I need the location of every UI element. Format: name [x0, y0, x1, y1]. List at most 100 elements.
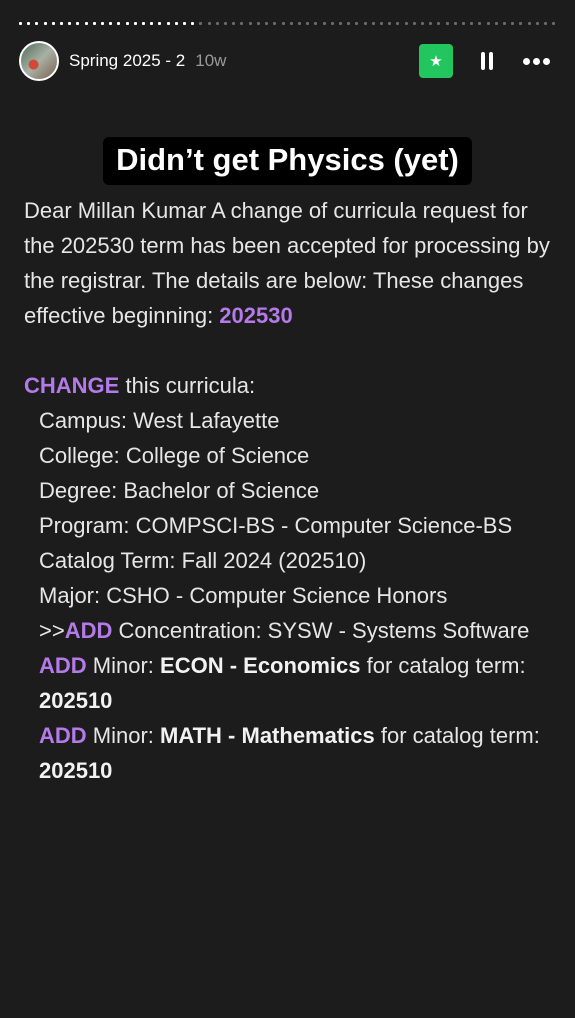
progress-segment — [355, 22, 359, 25]
progress-segment — [330, 22, 334, 25]
progress-segment — [207, 22, 211, 25]
minor-mid: for catalog term: — [374, 723, 540, 748]
progress-segment — [27, 22, 31, 25]
progress-segment — [224, 22, 228, 25]
more-icon-dot — [542, 57, 550, 65]
progress-segment — [502, 22, 506, 25]
progress-segment — [338, 22, 342, 25]
progress-segment — [535, 22, 539, 25]
change-line: CHANGE this curricula: — [24, 368, 555, 403]
progress-segment — [289, 22, 293, 25]
progress-segment — [306, 22, 310, 25]
story-header: Spring 2025 - 2 10w ★ — [19, 40, 556, 82]
progress-segment — [437, 22, 441, 25]
progress-segment — [297, 22, 301, 25]
pause-button[interactable] — [472, 44, 502, 78]
minor-label: Minor: — [86, 723, 161, 748]
progress-segment — [388, 22, 392, 25]
change-text: this curricula: — [119, 373, 256, 398]
progress-segment — [486, 22, 490, 25]
minor-line-2: ADD Minor: MATH - Mathematics for catalo… — [24, 718, 555, 788]
progress-segment — [544, 22, 547, 25]
progress-segment — [494, 22, 498, 25]
avatar[interactable] — [19, 41, 59, 81]
progress-segment — [281, 22, 285, 25]
progress-segment — [322, 22, 326, 25]
progress-segment — [420, 22, 424, 25]
minor-name: ECON - Economics — [160, 653, 361, 678]
progress-segment — [347, 22, 351, 25]
progress-segment — [117, 22, 121, 25]
progress-segment — [314, 22, 318, 25]
progress-segment — [142, 22, 146, 25]
progress-segment — [43, 22, 47, 25]
progress-segment — [76, 22, 80, 25]
more-options-button[interactable] — [516, 44, 556, 78]
progress-segment — [363, 22, 367, 25]
degree-line: Degree: Bachelor of Science — [39, 478, 320, 503]
progress-segment — [109, 22, 113, 25]
conc-prefix: >> — [39, 618, 65, 643]
progress-segment — [470, 22, 474, 25]
progress-segment — [478, 22, 482, 25]
progress-segment — [150, 22, 154, 25]
progress-segment — [453, 22, 457, 25]
college-line: College: College of Science — [39, 443, 310, 468]
story-age: 10w — [195, 51, 227, 70]
headline-text: Didn’t get Physics (yet) — [103, 137, 472, 185]
add-keyword: ADD — [39, 653, 87, 678]
progress-segment — [511, 22, 515, 25]
progress-segment — [92, 22, 96, 25]
progress-segment — [552, 22, 556, 25]
minor-label: Minor: — [86, 653, 161, 678]
more-icon-dot — [532, 57, 540, 65]
progress-segment — [527, 22, 531, 25]
progress-segment — [265, 22, 269, 25]
progress-segment — [183, 22, 187, 25]
major-line: Major: CSHO - Computer Science Honors — [39, 583, 448, 608]
progress-segment — [35, 22, 39, 25]
progress-segment — [125, 22, 129, 25]
progress-segment — [240, 22, 244, 25]
story-progress-bar — [19, 22, 556, 25]
progress-segment — [191, 22, 195, 25]
program-line: Program: COMPSCI-BS - Computer Science-B… — [39, 513, 513, 538]
progress-segment — [445, 22, 449, 25]
progress-segment — [199, 22, 203, 25]
story-text: Dear Millan Kumar A change of curricula … — [24, 193, 555, 788]
pause-icon-bar — [489, 52, 493, 70]
progress-segment — [404, 22, 408, 25]
progress-segment — [273, 22, 277, 25]
progress-segment — [133, 22, 137, 25]
concentration-text: Concentration: SYSW - Systems Software — [112, 618, 530, 643]
progress-segment — [232, 22, 236, 25]
minor-term: 202510 — [39, 688, 113, 713]
progress-segment — [174, 22, 178, 25]
close-friends-star-button[interactable]: ★ — [419, 44, 453, 78]
progress-segment — [215, 22, 219, 25]
add-keyword: ADD — [64, 618, 113, 643]
progress-segment — [60, 22, 64, 25]
intro-paragraph: Dear Millan Kumar A change of curricula … — [24, 193, 555, 333]
story-title[interactable]: Spring 2025 - 2 — [69, 51, 185, 71]
effective-term: 202530 — [219, 303, 293, 328]
pause-icon — [481, 52, 485, 70]
progress-segment — [256, 22, 260, 25]
more-icon — [522, 57, 530, 65]
minor-mid: for catalog term: — [360, 653, 526, 678]
minor-name: MATH - Mathematics — [160, 723, 375, 748]
minor-term: 202510 — [39, 758, 113, 783]
progress-segment — [158, 22, 162, 25]
progress-segment — [371, 22, 375, 25]
minor-line-1: ADD Minor: ECON - Economics for catalog … — [24, 648, 555, 718]
star-icon: ★ — [429, 53, 443, 70]
progress-segment — [68, 22, 72, 25]
headline: Didn’t get Physics (yet) — [0, 137, 575, 185]
progress-segment — [379, 22, 383, 25]
progress-segment — [19, 22, 22, 25]
change-keyword: CHANGE — [24, 373, 120, 398]
add-keyword: ADD — [39, 723, 87, 748]
progress-segment — [166, 22, 170, 25]
progress-segment — [519, 22, 523, 25]
progress-segment — [101, 22, 105, 25]
